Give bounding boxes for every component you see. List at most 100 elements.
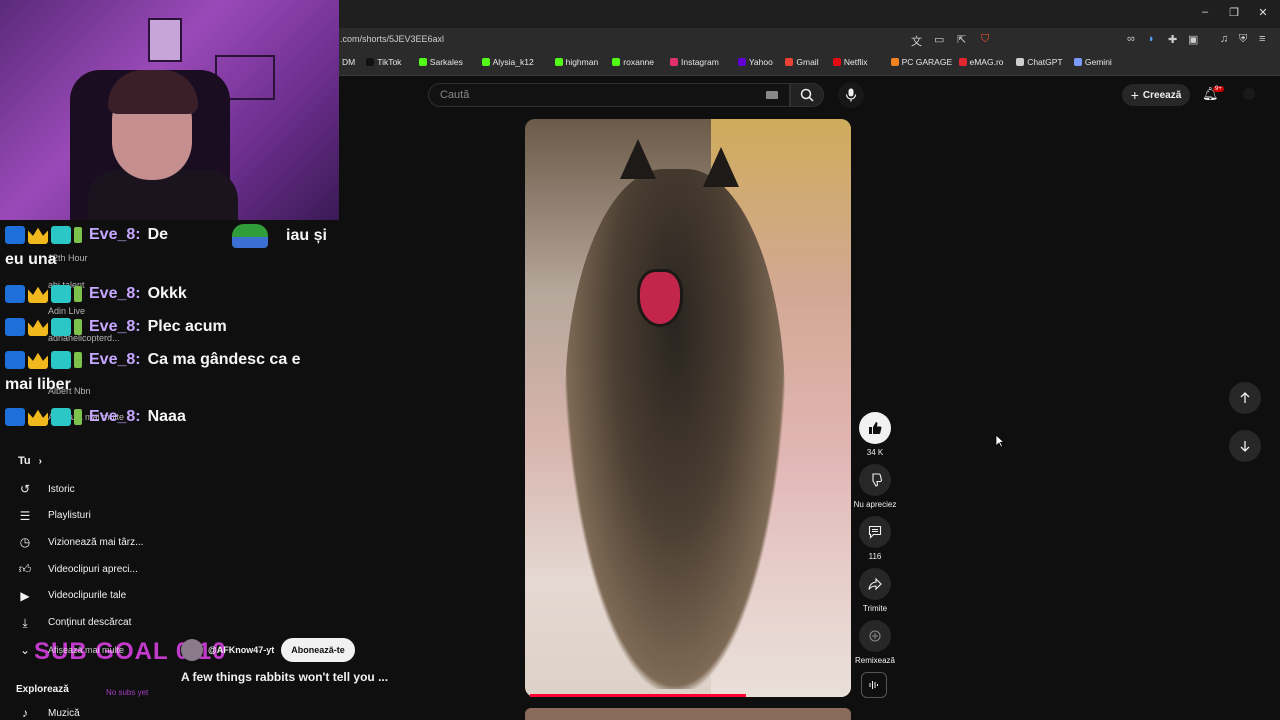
bookmark-item[interactable]: highman <box>554 57 598 67</box>
sidebar-item-your-videos[interactable]: ▶ Videoclipurile tale <box>18 589 126 603</box>
search-placeholder[interactable]: Caută <box>440 89 469 101</box>
channel-name[interactable]: @AFKnow47-yt <box>208 645 274 655</box>
media-icon[interactable]: ♫ <box>1220 33 1228 45</box>
bookmark-item[interactable]: Gmail <box>785 57 819 67</box>
share-button[interactable] <box>859 568 891 600</box>
cat-mouth <box>637 269 683 327</box>
chat-text-wrapped: eu una <box>5 251 57 268</box>
mouse-cursor-icon <box>995 434 1005 448</box>
menu-icon[interactable]: ≡ <box>1259 33 1265 45</box>
account-avatar[interactable] <box>1243 88 1255 100</box>
bookmark-label: Alysia_k12 <box>492 57 534 67</box>
share-label: Trimite <box>862 604 888 613</box>
audio-wave-icon <box>869 681 878 689</box>
close-icon[interactable]: ✕ <box>1256 6 1270 19</box>
sidebar-item-history[interactable]: ↺ Istoric <box>18 482 75 496</box>
og-badge-icon <box>51 318 71 336</box>
sidebar-section-you[interactable]: Tu › <box>18 455 42 467</box>
bookmark-item[interactable]: DM <box>342 57 355 67</box>
voice-search-button[interactable] <box>838 82 864 108</box>
search-icon <box>800 88 814 102</box>
sidebar-subscription-item[interactable]: Adin Live <box>48 306 85 316</box>
sidebar-item-watch-later[interactable]: ◷ Vizionează mai târz... <box>18 535 144 549</box>
remix-button[interactable] <box>859 620 891 652</box>
sidebar-item-music[interactable]: ♪ Muzică <box>18 706 80 720</box>
crown-badge-icon <box>28 286 48 303</box>
bookmark-item[interactable]: roxanne <box>612 57 654 67</box>
bookmark-favicon-icon <box>958 58 967 66</box>
remix-label: Remixează <box>854 656 895 665</box>
sidebar-show-more[interactable]: ⌄ Afișează mai multe <box>18 643 124 657</box>
dislike-label: Nu apreciez <box>853 500 897 509</box>
wallet-icon[interactable]: ◗ <box>1148 33 1155 45</box>
bookmark-label: eMAG.ro <box>969 57 1004 67</box>
bookmark-item[interactable]: ChatGPT <box>1016 57 1063 67</box>
vpn-shield-icon[interactable]: ⛨ <box>1239 33 1247 46</box>
puzzle-icon[interactable]: ✚ <box>1168 33 1177 46</box>
comment-icon <box>868 525 882 539</box>
search-box[interactable] <box>428 83 790 107</box>
bookmark-favicon-icon <box>832 58 841 66</box>
sidebar-toggle-icon[interactable]: ▣ <box>1188 33 1198 46</box>
like-count: 34 K <box>866 448 884 457</box>
sidebar-item-liked[interactable]: 👍︎ Videoclipuri apreci... <box>18 562 138 576</box>
comments-button[interactable] <box>859 516 891 548</box>
bottle-badge-icon <box>74 319 82 335</box>
sidebar-item-label: Muzică <box>48 707 80 719</box>
channel-avatar[interactable] <box>181 639 203 661</box>
notification-badge: 9+ <box>1213 86 1224 92</box>
sidebar-item-playlist[interactable]: ☰ Playlisturi <box>18 509 91 523</box>
sidebar-item-label: Conținut descărcat <box>48 617 132 628</box>
previous-short-button[interactable] <box>1229 382 1261 414</box>
moderator-badge-icon <box>5 226 25 244</box>
search-button[interactable] <box>790 83 824 107</box>
next-short-preview[interactable] <box>525 708 851 720</box>
music-icon: ♪ <box>22 706 28 720</box>
bookmark-item[interactable]: eMAG.ro <box>958 57 1004 67</box>
chat-message: Eve_8: De <box>5 226 168 244</box>
sidebar-item-download[interactable]: ⤓ Conținut descărcat <box>18 616 131 630</box>
keyboard-icon[interactable] <box>766 91 778 99</box>
create-button[interactable]: + Creează <box>1122 84 1190 106</box>
bookmark-favicon-icon <box>612 58 621 66</box>
cat-body <box>565 169 785 689</box>
bookmark-item[interactable]: Gemini <box>1073 57 1112 67</box>
bookmark-label: Sarkales <box>429 57 463 67</box>
no-subs-text: No subs yet <box>106 688 149 697</box>
streamer-hair <box>108 70 198 114</box>
bookmark-item[interactable]: TikTok <box>366 57 401 67</box>
brave-shield-icon[interactable]: ⛉ <box>981 33 989 46</box>
dislike-button[interactable] <box>859 464 891 496</box>
webcam-overlay <box>0 0 339 220</box>
crown-badge-icon <box>28 352 48 369</box>
like-button[interactable] <box>859 412 891 444</box>
short-title[interactable]: A few things rabbits won't tell you ... <box>181 670 388 684</box>
sound-button[interactable] <box>861 672 887 698</box>
thumbs-up-icon <box>869 422 882 434</box>
share-page-icon[interactable]: ⇱ <box>957 33 966 46</box>
bookmark-item[interactable]: PC GARAGE <box>890 57 952 67</box>
bookmark-item[interactable]: Sarkales <box>418 57 463 67</box>
next-short-button[interactable] <box>1229 430 1261 462</box>
pepe-emote-icon <box>232 224 268 248</box>
playlist-icon: ☰ <box>19 508 31 523</box>
bookmark-item[interactable]: Alysia_k12 <box>481 57 534 67</box>
bookmark-item[interactable]: Instagram <box>670 57 719 67</box>
chat-text: De <box>147 226 169 243</box>
url-text[interactable]: .com/shorts/5JEV3EE6axl <box>340 34 444 44</box>
bookmark-item[interactable]: Yahoo <box>737 57 773 67</box>
extension-icon[interactable]: ∞ <box>1127 33 1135 45</box>
restore-icon[interactable]: ❐ <box>1227 6 1241 19</box>
video-progress-bar[interactable] <box>530 694 746 697</box>
subscribe-button[interactable]: Abonează-te <box>281 638 355 662</box>
chat-username: Eve_8: <box>89 351 141 368</box>
short-video-player[interactable] <box>525 119 851 697</box>
thumbs-down-icon <box>872 473 882 487</box>
minimize-icon[interactable]: – <box>1198 6 1212 18</box>
bookmark-item[interactable]: Netflix <box>832 57 868 67</box>
cast-icon[interactable]: ▭ <box>934 33 944 46</box>
crown-badge-icon <box>28 409 48 426</box>
bookmark-label: Gmail <box>796 57 819 67</box>
translate-icon[interactable]: 文 <box>911 33 922 49</box>
section-you-label: Tu <box>18 455 31 467</box>
